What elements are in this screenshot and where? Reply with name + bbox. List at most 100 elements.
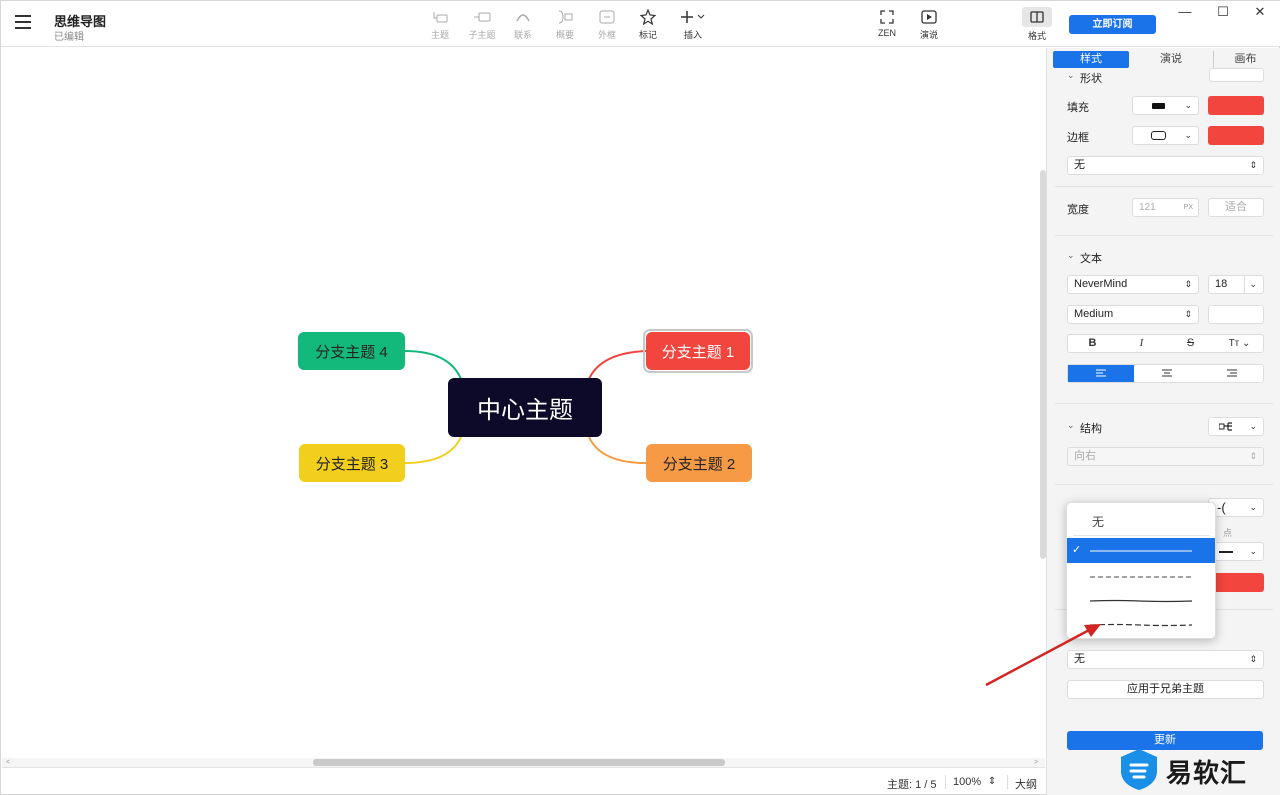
outline-button[interactable]: 大纲 [1015,776,1037,792]
panel-tabs: 样式 演说 画布 [1053,51,1277,68]
text-color-picker[interactable] [1208,305,1264,324]
border-line-value: 无 [1074,159,1085,171]
apply-siblings-button[interactable]: 应用于兄弟主题 [1067,680,1264,699]
line-style-dropdown: 无 ✓ [1066,502,1216,639]
line-style-icon [1219,551,1233,553]
align-left-button[interactable] [1068,365,1134,382]
bold-button[interactable]: B [1068,335,1117,352]
tab-style[interactable]: 样式 [1053,51,1129,68]
scroll-right-icon[interactable]: > [1034,758,1038,767]
solid-line-icon [1090,550,1192,552]
text-case-label: Tт [1228,338,1240,349]
border-shape-icon [1151,131,1166,140]
chevron-down-icon: ⌄ [1249,546,1257,556]
horizontal-scroll-thumb[interactable] [313,759,725,766]
border-style-select[interactable]: ⌄ [1132,126,1199,145]
watermark-text: 易软汇 [1166,758,1248,788]
connector-b2 [588,436,647,464]
line-end-select[interactable]: 无 ⇕ [1067,650,1264,669]
connector-b3 [404,436,462,464]
chevron-down-icon: ⌄ [1244,276,1257,293]
watermark: 易软汇 [1111,745,1279,793]
shape-select[interactable] [1209,68,1264,82]
option-none-label: 无 [1092,515,1105,529]
border-label: 边框 [1067,132,1089,144]
hand-drawn-line-icon [1090,599,1193,603]
structure-chevron-icon[interactable]: ⌄ [1067,420,1075,431]
width-unit: PX [1183,204,1193,211]
central-topic[interactable]: 中心主题 [448,378,602,437]
zoom-stepper-icon[interactable]: ⇕ [988,776,996,787]
dashed-line-icon [1090,576,1192,578]
border-color-picker[interactable] [1208,126,1264,145]
align-center-button[interactable] [1134,365,1200,382]
width-value: 121 [1139,202,1156,213]
connector-b1 [588,350,647,380]
zoom-level[interactable]: 100% [953,776,981,788]
format-panel: 样式 演说 画布 ⌄ 形状 填充 ⌄ 边框 ⌄ 无 ⇕ 宽度 121 PX 适合 [1046,48,1280,795]
structure-select[interactable]: ⌄ [1208,417,1264,436]
font-weight-value: Medium [1074,308,1114,320]
direction-select[interactable]: 向右 ⇕ [1067,447,1264,466]
structure-icon [1219,422,1232,431]
horizontal-scrollbar[interactable]: < > [2,758,1045,767]
updown-icon: ⇕ [1184,309,1192,319]
chevron-down-icon: ⌄ [1249,421,1257,431]
text-section-label: 文本 [1080,253,1102,265]
updown-icon: ⇕ [1249,451,1257,461]
hidden-option-label: 点 [1223,528,1233,538]
tab-canvas[interactable]: 画布 [1213,51,1277,68]
strikethrough-button[interactable]: S [1166,335,1215,352]
chevron-down-icon: ⌄ [1249,502,1257,512]
topic-count: 主题: 1 / 5 [887,779,937,791]
italic-button[interactable]: I [1117,335,1166,352]
fill-style-select[interactable]: ⌄ [1132,96,1199,115]
line-end-value: 无 [1074,653,1085,665]
branch-topic-1[interactable]: 分支主题 1 [646,332,750,370]
border-line-select[interactable]: 无 ⇕ [1067,156,1264,175]
updown-icon: ⇕ [1249,654,1257,664]
scroll-left-icon[interactable]: < [6,758,10,767]
branch-topic-3[interactable]: 分支主题 3 [299,444,405,482]
align-right-icon [1227,369,1237,377]
font-family-value: NeverMind [1074,278,1128,290]
text-case-button[interactable]: Tт ⌄ [1215,335,1264,352]
dropdown-option-dashed[interactable] [1067,564,1215,589]
font-family-select[interactable]: NeverMind ⇕ [1067,275,1199,294]
tab-present[interactable]: 演说 [1133,51,1209,68]
chevron-down-icon: ⌄ [1184,100,1192,110]
line-color-picker[interactable] [1208,573,1264,592]
dropdown-option-solid[interactable]: ✓ [1067,538,1215,563]
hand-drawn-dashed-line-icon [1090,623,1193,627]
text-chevron-icon[interactable]: ⌄ [1067,250,1075,261]
font-size-select[interactable]: 18 ⌄ [1208,275,1264,294]
updown-icon: ⇕ [1249,160,1257,170]
align-center-icon [1162,369,1172,377]
font-size-value: 18 [1215,278,1228,290]
structure-section-label: 结构 [1080,423,1102,435]
checkmark-icon: ✓ [1072,544,1082,556]
text-style-group: B I S Tт ⌄ [1067,334,1264,353]
updown-icon: ⇕ [1184,279,1192,289]
connector-style-select[interactable]: -( ⌄ [1208,498,1264,517]
width-input[interactable]: 121 PX [1132,198,1199,217]
branch-topic-4[interactable]: 分支主题 4 [298,332,405,370]
width-label: 宽度 [1067,204,1089,216]
connector-shape-icon: -( [1217,500,1226,515]
fill-color-picker[interactable] [1208,96,1264,115]
text-align-group [1067,364,1264,383]
align-left-icon [1096,369,1106,377]
fit-button[interactable]: 适合 [1208,198,1264,217]
dropdown-option-hand-dashed[interactable] [1067,612,1215,637]
dropdown-option-none[interactable]: 无 [1067,507,1215,532]
align-right-button[interactable] [1200,365,1264,382]
shape-section-label: 形状 [1080,73,1102,85]
shape-chevron-icon[interactable]: ⌄ [1067,70,1075,81]
fill-swatch-icon [1152,103,1165,109]
watermark-logo-icon [1121,749,1157,790]
direction-value: 向右 [1074,450,1096,462]
line-style-select[interactable]: ⌄ [1208,542,1264,561]
font-weight-select[interactable]: Medium ⇕ [1067,305,1199,324]
dropdown-option-hand-solid[interactable] [1067,588,1215,613]
branch-topic-2[interactable]: 分支主题 2 [646,444,752,482]
